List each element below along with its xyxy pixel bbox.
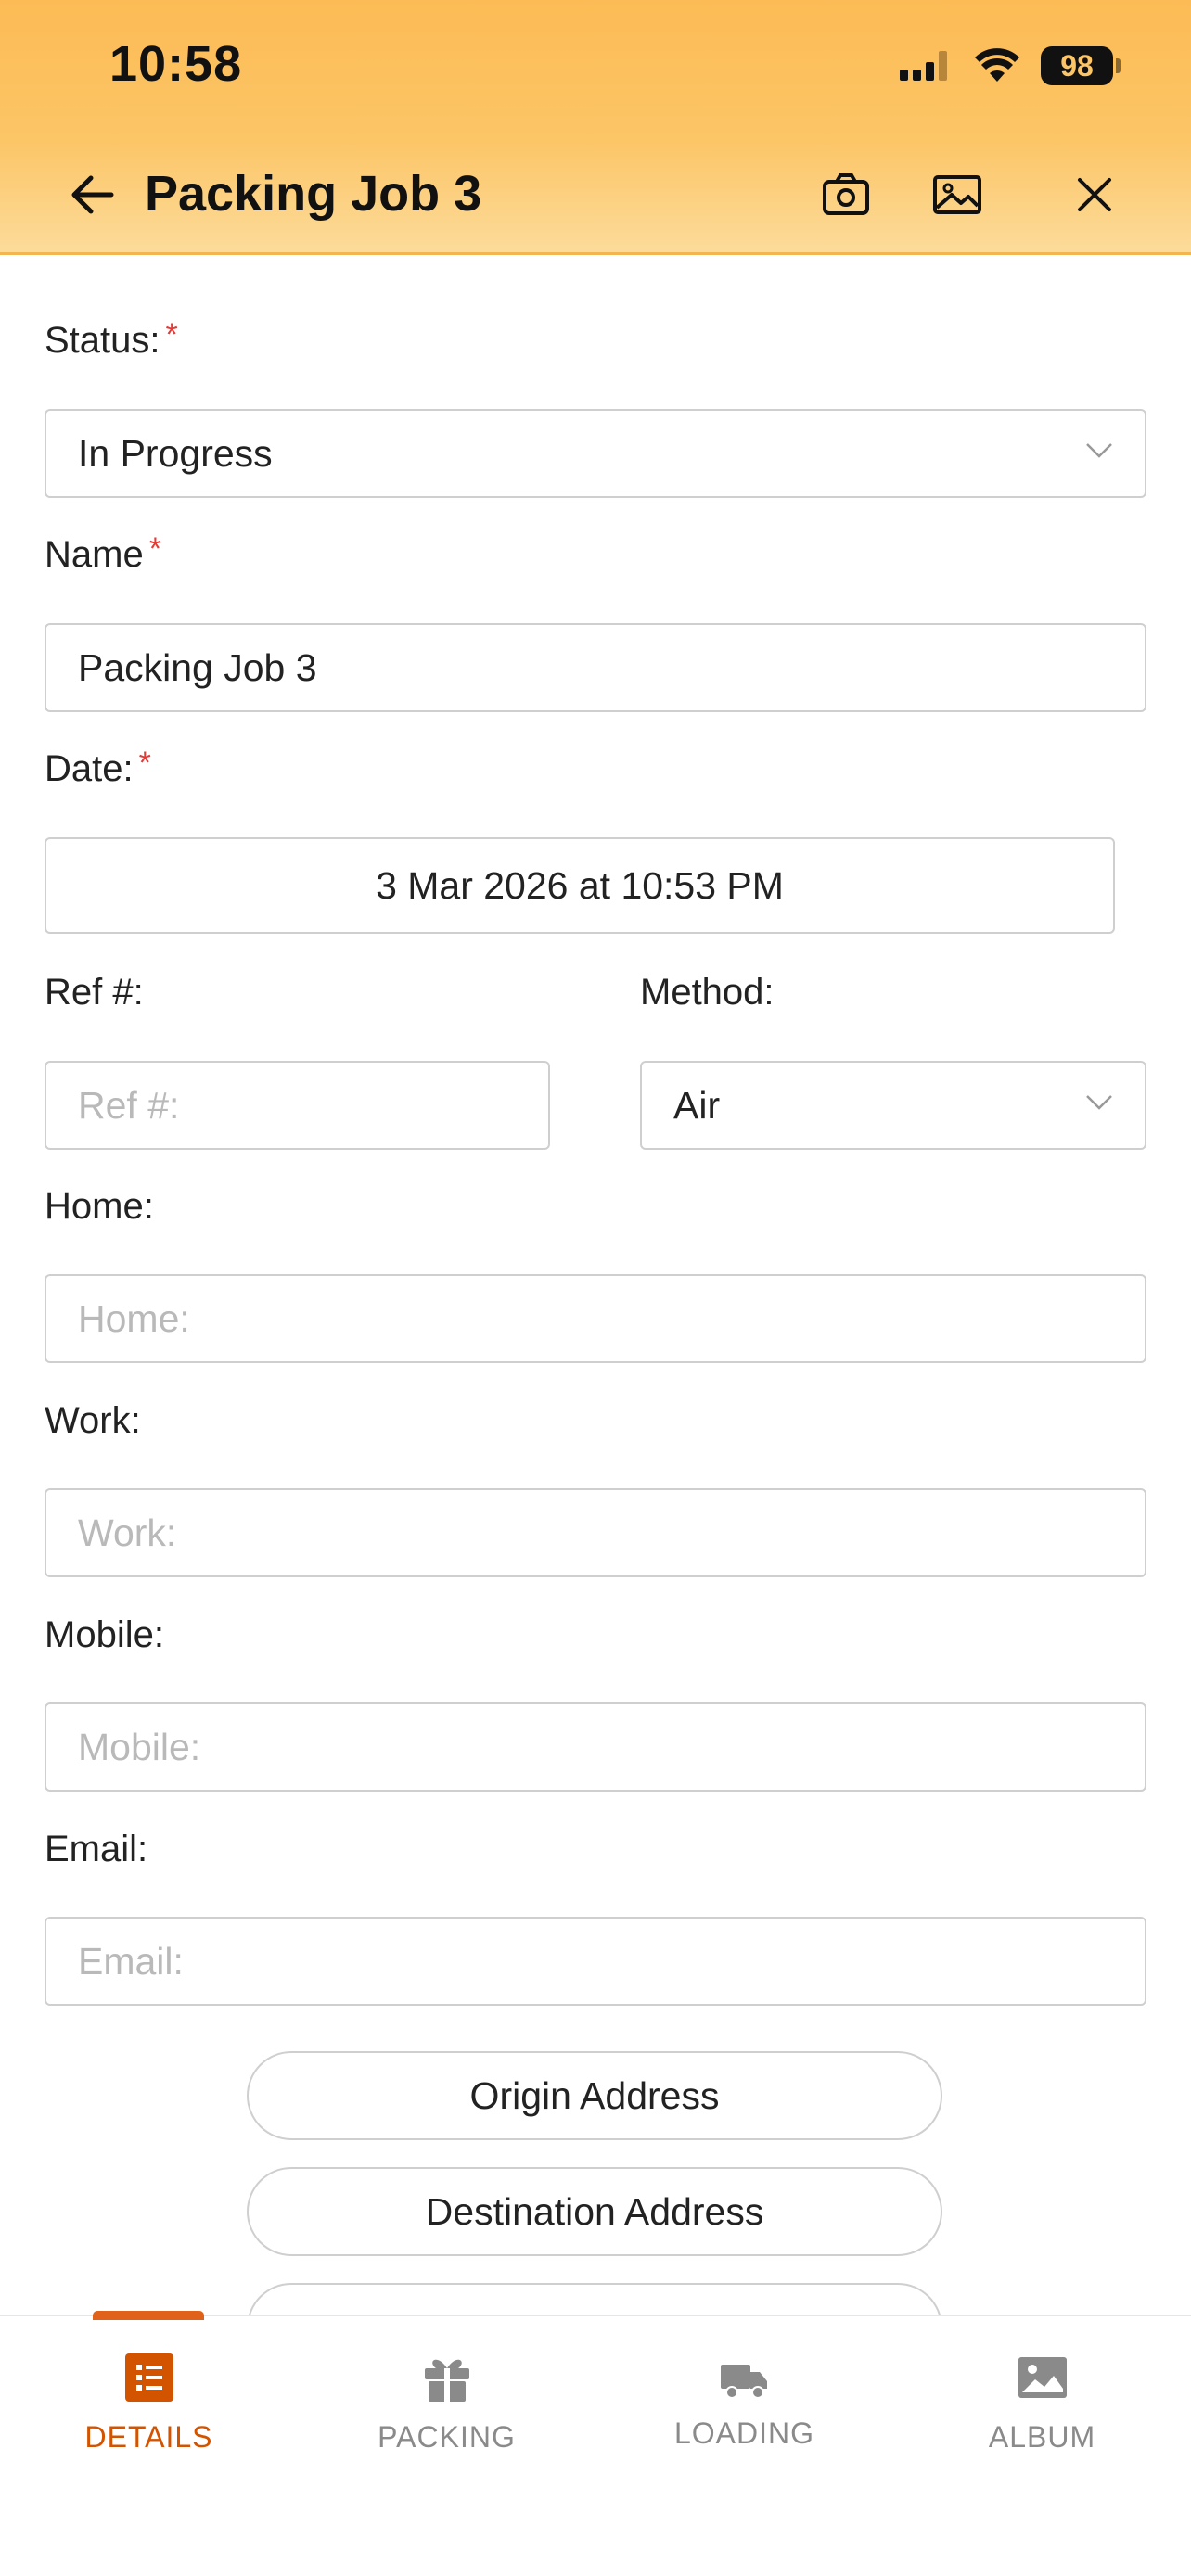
wifi-icon: [975, 48, 1019, 82]
tab-album[interactable]: ALBUM: [893, 2316, 1191, 2502]
date-picker[interactable]: 3 Mar 2026 at 10:53 PM: [45, 837, 1115, 934]
date-label: Date: *: [45, 746, 151, 789]
active-tab-indicator: [93, 2311, 204, 2320]
status-value: In Progress: [78, 431, 273, 475]
origin-address-button[interactable]: Origin Address: [247, 2051, 942, 2140]
tab-loading[interactable]: LOADING: [596, 2316, 893, 2502]
chevron-down-icon: [1086, 443, 1112, 458]
email-label: Email:: [45, 1829, 148, 1869]
status-icons: 98: [898, 46, 1121, 85]
tab-loading-label: LOADING: [673, 2417, 815, 2450]
truck-icon: [720, 2365, 767, 2399]
method-label: Method:: [640, 972, 775, 1013]
signal-icon: [900, 51, 947, 81]
tab-packing-label: PACKING: [378, 2420, 516, 2454]
battery-icon: 98: [1041, 46, 1121, 85]
work-phone-input[interactable]: Work:: [45, 1488, 1146, 1577]
method-select[interactable]: Air: [640, 1061, 1146, 1150]
image-icon[interactable]: [931, 169, 983, 221]
tab-packing[interactable]: PACKING: [298, 2316, 596, 2502]
ref-label: Ref #:: [45, 972, 144, 1013]
camera-icon[interactable]: [820, 169, 872, 221]
back-arrow-icon[interactable]: [67, 169, 119, 221]
email-input[interactable]: Email:: [45, 1917, 1146, 2006]
image-icon: [1018, 2357, 1067, 2398]
chevron-down-icon: [1086, 1095, 1112, 1110]
name-input[interactable]: Packing Job 3: [45, 623, 1146, 712]
home-label: Home:: [45, 1186, 154, 1227]
status-time: 10:58: [109, 36, 243, 92]
bottom-tab-bar: DETAILS PACKING LOADING ALBUM: [0, 2311, 1191, 2576]
status-select[interactable]: In Progress: [45, 409, 1146, 498]
tab-details[interactable]: DETAILS: [0, 2311, 298, 2502]
ref-input[interactable]: Ref #:: [45, 1061, 550, 1150]
method-value: Air: [673, 1083, 721, 1127]
close-icon[interactable]: [1069, 169, 1121, 221]
work-label: Work:: [45, 1400, 141, 1441]
app-header: 10:58 98 Packing Job 3: [0, 0, 1191, 255]
gift-icon: [424, 2359, 469, 2402]
tab-album-label: ALBUM: [988, 2420, 1096, 2454]
list-icon: [124, 2353, 173, 2402]
destination-address-button[interactable]: Destination Address: [247, 2167, 942, 2256]
mobile-phone-input[interactable]: Mobile:: [45, 1702, 1146, 1792]
status-label: Status: *: [45, 317, 178, 361]
mobile-label: Mobile:: [45, 1614, 164, 1655]
page-title: Packing Job 3: [145, 166, 482, 222]
name-label: Name *: [45, 531, 161, 575]
home-phone-input[interactable]: Home:: [45, 1274, 1146, 1363]
toolbar: Packing Job 3: [0, 148, 1191, 241]
tab-details-label: DETAILS: [84, 2420, 213, 2454]
